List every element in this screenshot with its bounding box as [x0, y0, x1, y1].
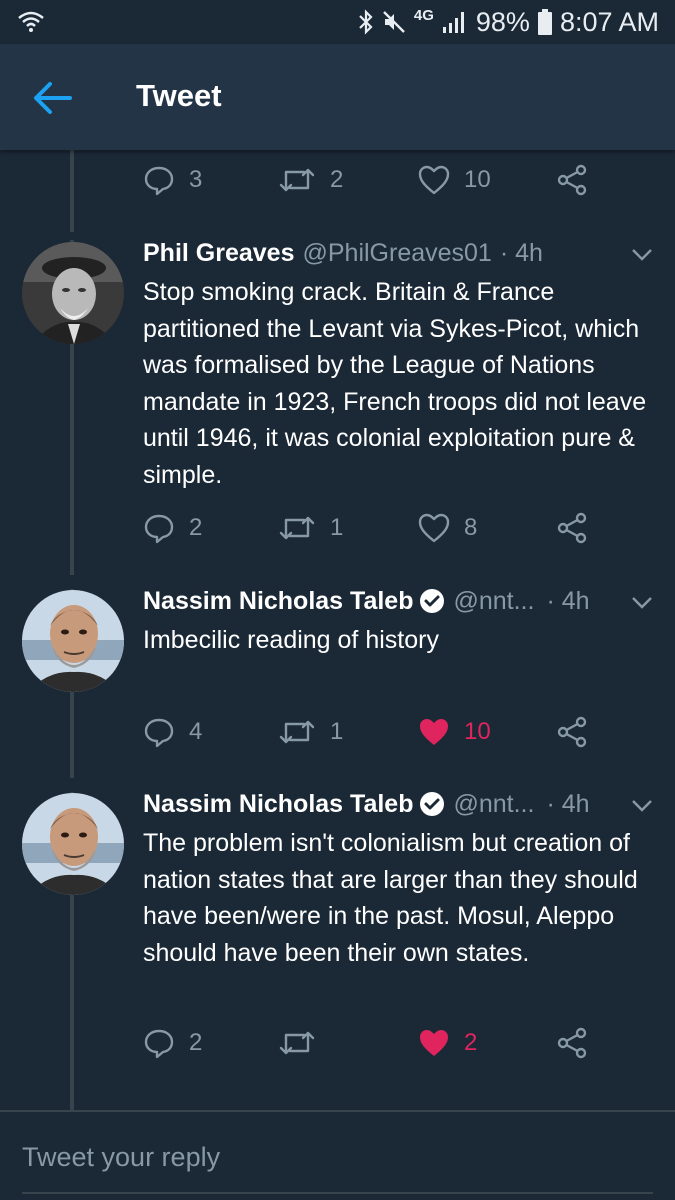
avatar[interactable]	[22, 793, 124, 895]
tweet-time: · 4h	[499, 238, 543, 267]
battery-icon	[537, 9, 552, 35]
retweet-button[interactable]: 1	[278, 508, 343, 548]
avatar[interactable]	[22, 242, 124, 344]
avatar[interactable]	[22, 590, 124, 692]
retweet-button[interactable]	[278, 1023, 330, 1063]
reply-count: 3	[189, 166, 203, 193]
tweet-time: · 4h	[546, 586, 590, 615]
chevron-down-icon[interactable]	[631, 596, 653, 610]
like-count: 10	[464, 166, 491, 193]
heart-outline-icon	[418, 165, 450, 195]
retweet-icon	[279, 720, 315, 744]
tweet-time: · 4h	[546, 789, 590, 818]
network-label: 4G	[413, 6, 434, 24]
share-icon	[557, 164, 587, 196]
tweet-actions: 2 2	[143, 1023, 643, 1063]
chevron-down-icon[interactable]	[631, 248, 653, 262]
like-count: 8	[464, 514, 478, 541]
thread-gap	[70, 232, 74, 240]
tweet-actions: 4 1 10	[143, 712, 643, 752]
like-button[interactable]: 2	[418, 1023, 477, 1063]
display-name[interactable]: Nassim Nicholas Taleb	[143, 587, 413, 616]
wifi-icon	[18, 11, 44, 32]
tweet-header: Nassim Nicholas Taleb @nnt... · 4h	[143, 787, 590, 821]
reply-count: 4	[189, 718, 203, 745]
reply-button[interactable]: 2	[143, 508, 202, 548]
user-handle[interactable]: @nnt...	[453, 587, 534, 616]
share-button[interactable]	[556, 1023, 588, 1063]
retweet-count: 2	[330, 166, 344, 193]
heart-filled-icon	[420, 719, 448, 745]
heart-filled-icon	[420, 1030, 448, 1056]
share-icon	[557, 512, 587, 544]
like-count: 2	[464, 1029, 478, 1056]
tweet-actions: 2 1 8	[143, 508, 643, 548]
user-handle[interactable]: @PhilGreaves01	[302, 239, 491, 268]
tweet-header: Nassim Nicholas Taleb @nnt... · 4h	[143, 584, 590, 618]
verified-badge-icon	[420, 792, 445, 816]
share-button[interactable]	[556, 508, 588, 548]
share-icon	[557, 716, 587, 748]
retweet-icon	[279, 1031, 315, 1055]
arrow-left-icon[interactable]	[30, 78, 74, 118]
avatar-photo	[22, 242, 124, 344]
reply-button[interactable]: 2	[143, 1023, 202, 1063]
reply-icon	[144, 514, 174, 544]
like-button[interactable]: 10	[418, 160, 491, 200]
reply-icon	[144, 1029, 174, 1059]
like-button[interactable]: 10	[418, 712, 491, 752]
app-header: Tweet	[0, 44, 675, 150]
reply-icon	[144, 718, 174, 748]
retweet-button[interactable]: 1	[278, 712, 343, 752]
signal-icon	[442, 12, 464, 33]
thread-gap	[70, 575, 74, 589]
tweet-header: Phil Greaves @PhilGreaves01 · 4h	[143, 236, 543, 270]
tweet-text: The problem isn't colonialism but creati…	[143, 829, 638, 967]
chevron-down-icon[interactable]	[631, 799, 653, 813]
retweet-count: 1	[330, 718, 344, 745]
thread-gap	[70, 778, 74, 792]
parent-tweet-actions: 3 2 10	[143, 160, 643, 200]
avatar-photo	[22, 590, 124, 692]
reply-input[interactable]: Tweet your reply	[22, 1142, 220, 1173]
like-button[interactable]: 8	[418, 508, 477, 548]
reply-count: 2	[189, 1029, 203, 1056]
bluetooth-icon	[359, 9, 373, 35]
avatar-photo	[22, 793, 124, 895]
tweet-text: Stop smoking crack. Britain & France par…	[143, 278, 647, 489]
reply-bar: Tweet your reply	[0, 1110, 675, 1200]
mute-icon	[383, 11, 405, 33]
like-count: 10	[464, 718, 491, 745]
page-title: Tweet	[136, 78, 222, 113]
reply-button[interactable]: 3	[143, 160, 202, 200]
retweet-count: 1	[330, 514, 344, 541]
share-icon	[557, 1027, 587, 1059]
user-handle[interactable]: @nnt...	[453, 790, 534, 819]
share-button[interactable]	[556, 160, 588, 200]
display-name[interactable]: Nassim Nicholas Taleb	[143, 790, 413, 819]
retweet-button[interactable]: 2	[278, 160, 343, 200]
reply-count: 2	[189, 514, 203, 541]
retweet-icon	[279, 516, 315, 540]
display-name[interactable]: Phil Greaves	[143, 239, 294, 268]
clock: 8:07 AM	[559, 6, 659, 37]
heart-outline-icon	[418, 513, 450, 543]
battery-percent: 98%	[475, 6, 530, 37]
reply-button[interactable]: 4	[143, 712, 202, 752]
status-bar: 4G 98% 8:07 AM	[0, 0, 675, 44]
share-button[interactable]	[556, 712, 588, 752]
reply-icon	[144, 166, 174, 196]
verified-badge-icon	[420, 589, 445, 613]
reply-underline	[22, 1192, 653, 1194]
tweet-text: Imbecilic reading of history	[143, 626, 439, 654]
retweet-icon	[279, 168, 315, 192]
